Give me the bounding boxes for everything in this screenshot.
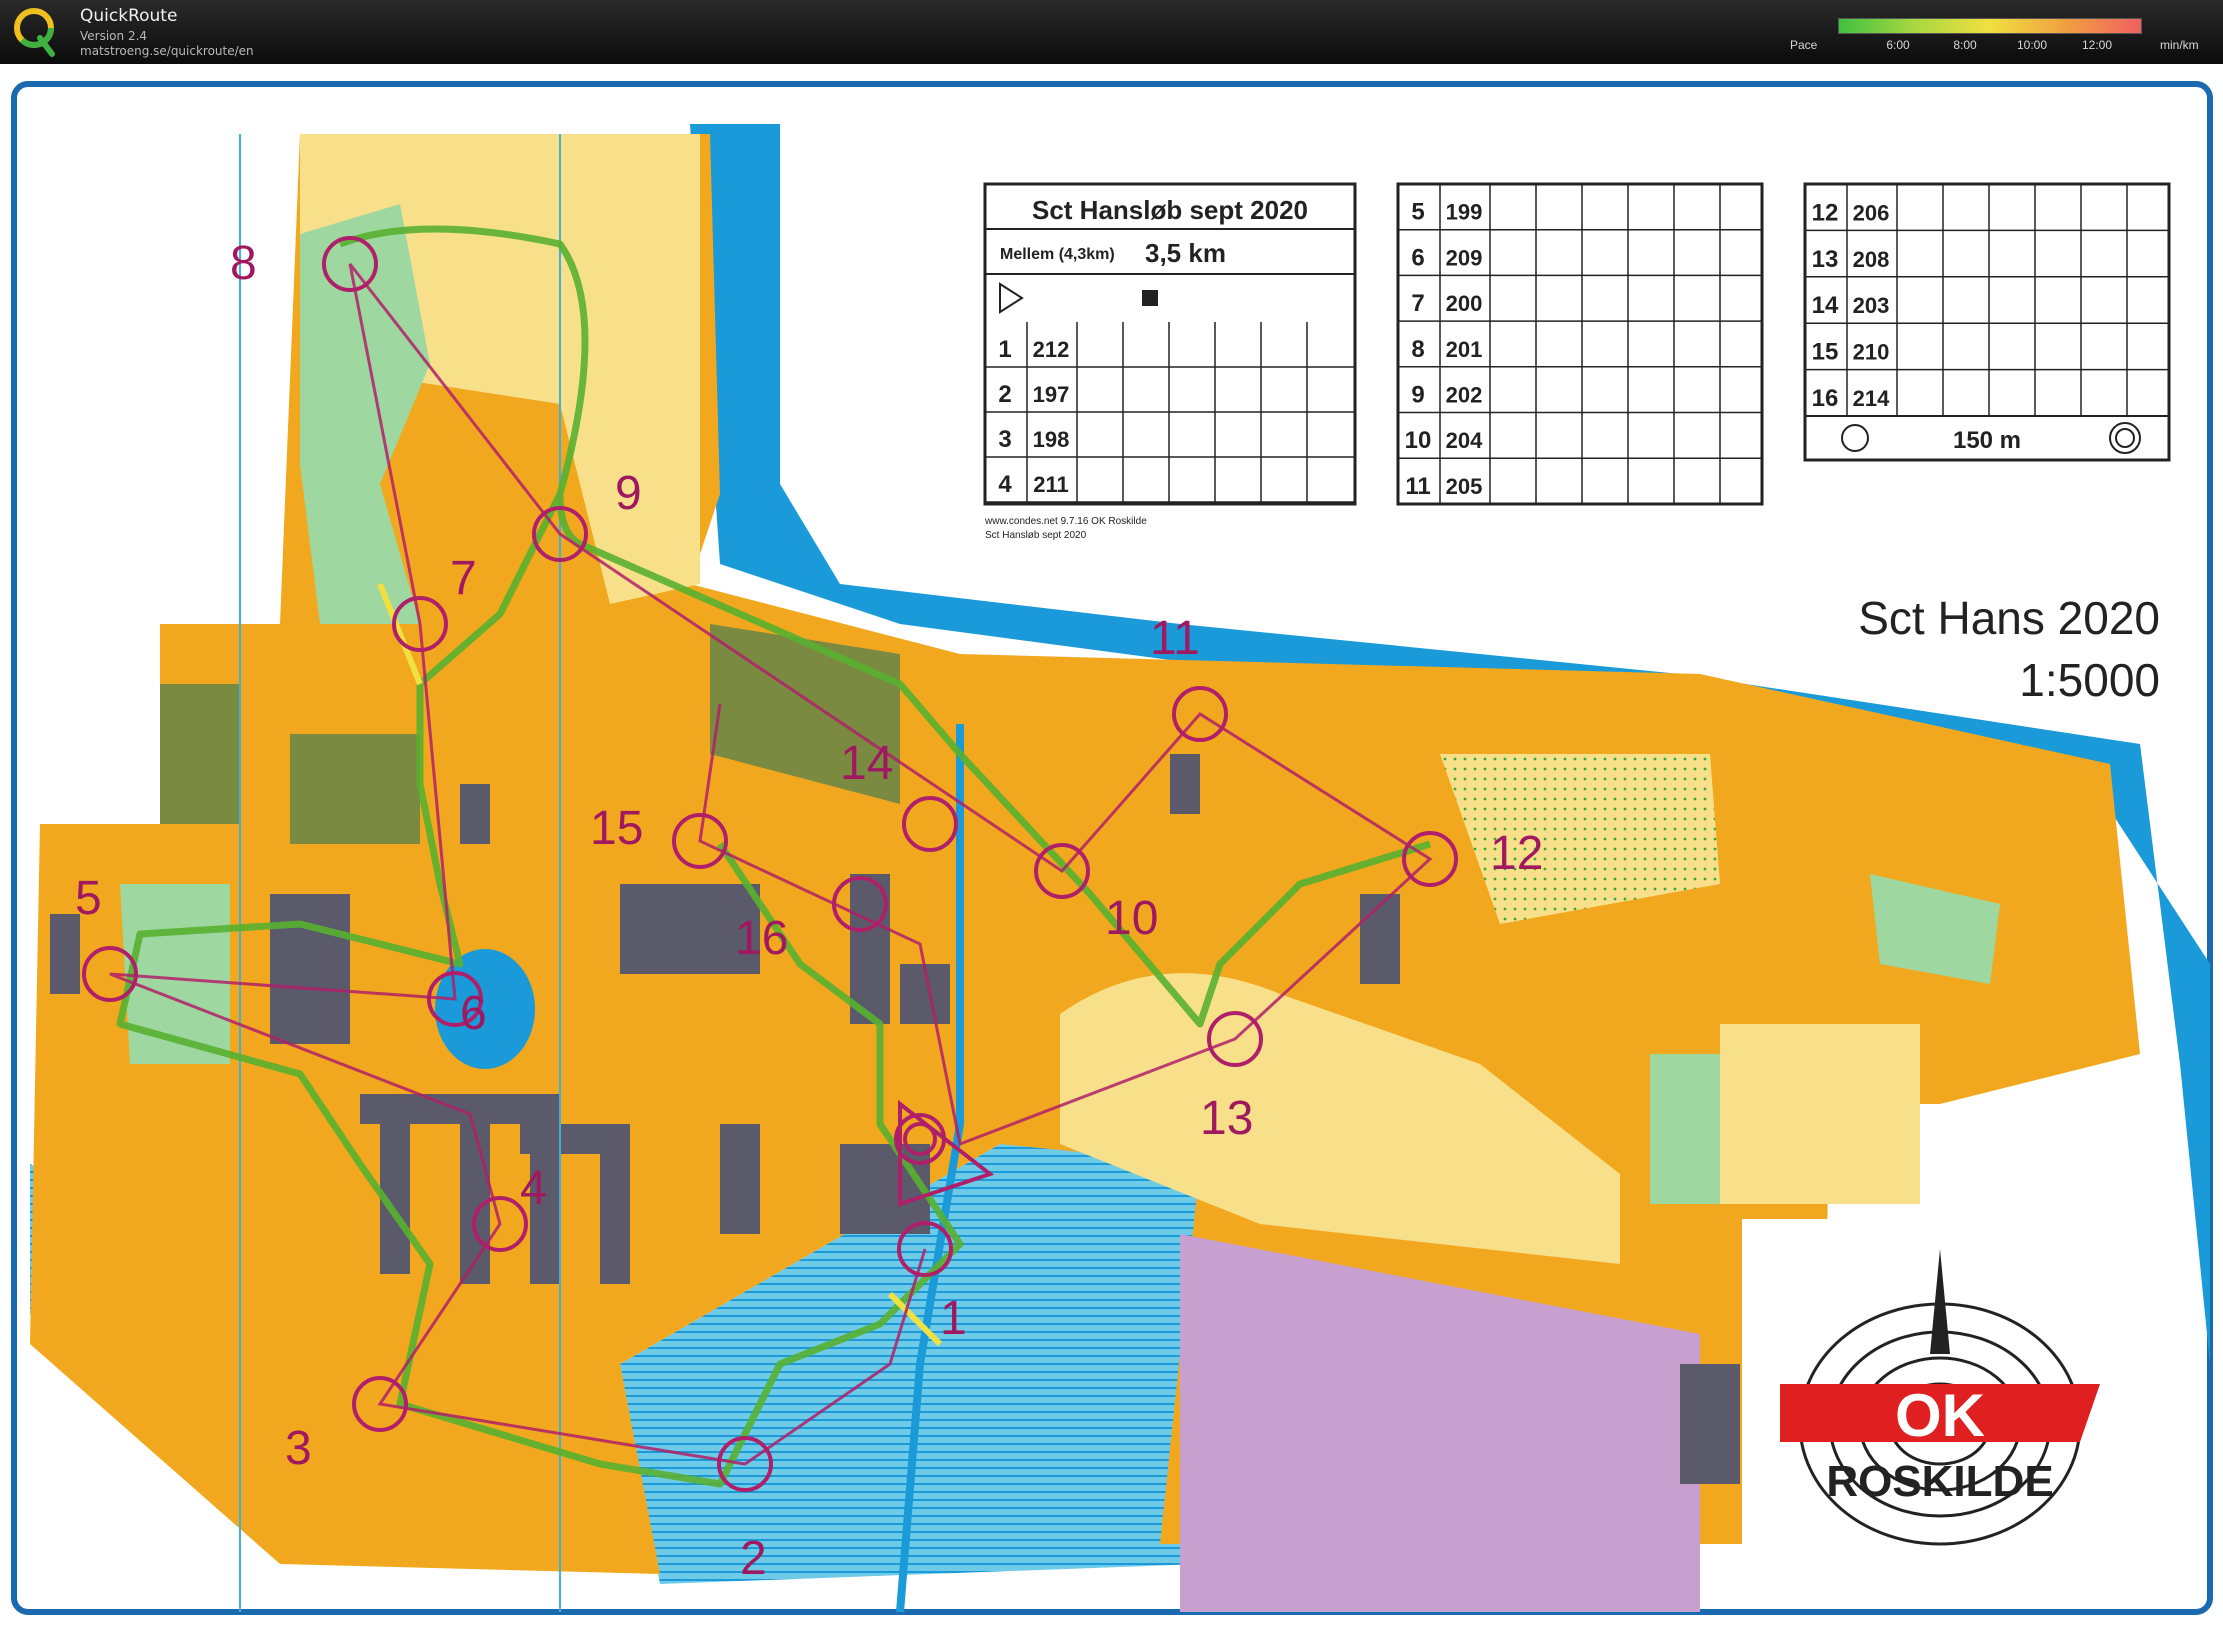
pace-tick: 12:00 [2081, 38, 2113, 52]
control-label-2: 2 [740, 1532, 767, 1585]
map-scale: 1:5000 [2019, 654, 2160, 706]
pace-unit: min/km [2160, 38, 2199, 52]
sheet-control-code: 199 [1446, 200, 1483, 225]
sheet-control-number: 10 [1405, 427, 1432, 454]
control-label-3: 3 [285, 1422, 312, 1475]
sheet-control-code: 205 [1446, 474, 1483, 499]
map-title: Sct Hans 2020 [1858, 592, 2160, 644]
sheet-control-number: 15 [1812, 339, 1839, 366]
control-label-4: 4 [520, 1162, 547, 1215]
description-sheet: Sct Hansløb sept 2020 Mellem (4,3km) 3,5… [983, 182, 1357, 541]
club-logo: OK ROSKILDE [1742, 1219, 2144, 1604]
sheet-control-code: 204 [1446, 428, 1483, 453]
sheet-footer-2: Sct Hansløb sept 2020 [985, 530, 1087, 541]
sheet-control-code: 202 [1446, 383, 1483, 408]
app-header: QuickRoute Version 2.4 matstroeng.se/qui… [0, 0, 2223, 64]
sheet-control-number: 2 [998, 381, 1011, 408]
sheet-control-code: 197 [1033, 382, 1070, 407]
pace-label: Pace [1790, 38, 1818, 52]
sheet-control-number: 12 [1812, 199, 1839, 226]
control-label-9: 9 [615, 467, 642, 520]
sheet-control-code: 212 [1033, 337, 1070, 362]
sheet-symbol-icon [1142, 290, 1158, 306]
sheet-control-number: 3 [998, 426, 1011, 453]
sheet-length: 3,5 km [1145, 238, 1226, 268]
map-viewport[interactable]: 1 2 3 4 5 6 7 8 9 10 11 12 13 14 15 16 Sct Hansløb sept… [0, 64, 2223, 1630]
quickroute-logo-icon [14, 8, 55, 57]
pace-tick: 10:00 [2016, 38, 2048, 52]
sheet-control-code: 206 [1853, 200, 1890, 225]
sheet-control-number: 11 [1405, 473, 1430, 500]
sheet-control-number: 7 [1411, 290, 1424, 317]
sheet-control-code: 210 [1853, 340, 1890, 365]
control-label-10: 10 [1105, 892, 1158, 945]
sheet-control-number: 14 [1812, 292, 1839, 319]
pace-color-scale [1838, 18, 2142, 34]
quickroute-window: QuickRoute Version 2.4 matstroeng.se/qui… [0, 0, 2223, 1630]
sheet-control-number: 13 [1812, 246, 1839, 273]
control-label-5: 5 [75, 872, 102, 925]
sheet-control-number: 6 [1411, 244, 1424, 271]
sheet-control-code: 200 [1446, 291, 1483, 316]
club-logo-mark: OK [1895, 1382, 1985, 1449]
control-label-16: 16 [735, 912, 788, 965]
sheet-class: Mellem (4,3km) [1000, 246, 1115, 263]
sheet-control-code: 208 [1853, 247, 1890, 272]
pace-tick: 8:00 [1953, 38, 1977, 52]
app-url-link[interactable]: matstroeng.se/quickroute/en [80, 44, 254, 58]
terrain-open-field [1720, 1024, 1920, 1204]
sheet-control-code: 198 [1033, 427, 1070, 452]
control-label-6: 6 [460, 987, 487, 1040]
sheet-control-number: 8 [1411, 336, 1424, 363]
sheet-control-code: 203 [1853, 293, 1890, 318]
sheet-control-number: 5 [1411, 199, 1424, 226]
app-version: Version 2.4 [80, 29, 148, 43]
control-label-14: 14 [840, 737, 893, 790]
sheet-control-number: 4 [998, 471, 1012, 498]
orienteering-map[interactable]: 12345678910111213141516 Sct Hansløb sept… [0, 64, 2223, 1630]
control-label-11: 11 [1150, 612, 1200, 665]
sheet-control-code: 214 [1853, 386, 1890, 411]
control-label-8: 8 [230, 237, 257, 290]
olive-area-center [290, 734, 420, 844]
control-label-15: 15 [590, 802, 643, 855]
control-label-12: 12 [1490, 827, 1543, 880]
sheet-footer: www.condes.net 9.7.16 OK Roskilde [984, 516, 1147, 527]
sheet-control-number: 9 [1411, 382, 1424, 409]
description-sheet-3: 12 206 13 208 14 203 15 210 16 214 150 m [1803, 182, 2171, 462]
pace-tick: 6:00 [1886, 38, 1910, 52]
sheet-title: Sct Hansløb sept 2020 [1032, 195, 1308, 225]
control-label-13: 13 [1200, 1092, 1253, 1145]
olive-area-west [160, 684, 240, 824]
vegetation-green-strip [1650, 1054, 1720, 1204]
control-label-1: 1 [940, 1292, 967, 1345]
app-name: QuickRoute [80, 6, 178, 26]
club-logo-text: ROSKILDE [1826, 1457, 2053, 1506]
control-label-7: 7 [450, 552, 477, 605]
description-sheet-2: 5 199 6 209 7 200 8 201 9 202 10 204 11 205 [1396, 182, 1764, 506]
sheet-control-code: 211 [1033, 472, 1069, 497]
finish-distance: 150 m [1953, 427, 2021, 454]
sheet-control-code: 201 [1446, 337, 1483, 362]
sheet-control-code: 209 [1446, 245, 1483, 270]
sheet-control-number: 16 [1812, 385, 1839, 412]
sheet-control-number: 1 [998, 336, 1011, 363]
